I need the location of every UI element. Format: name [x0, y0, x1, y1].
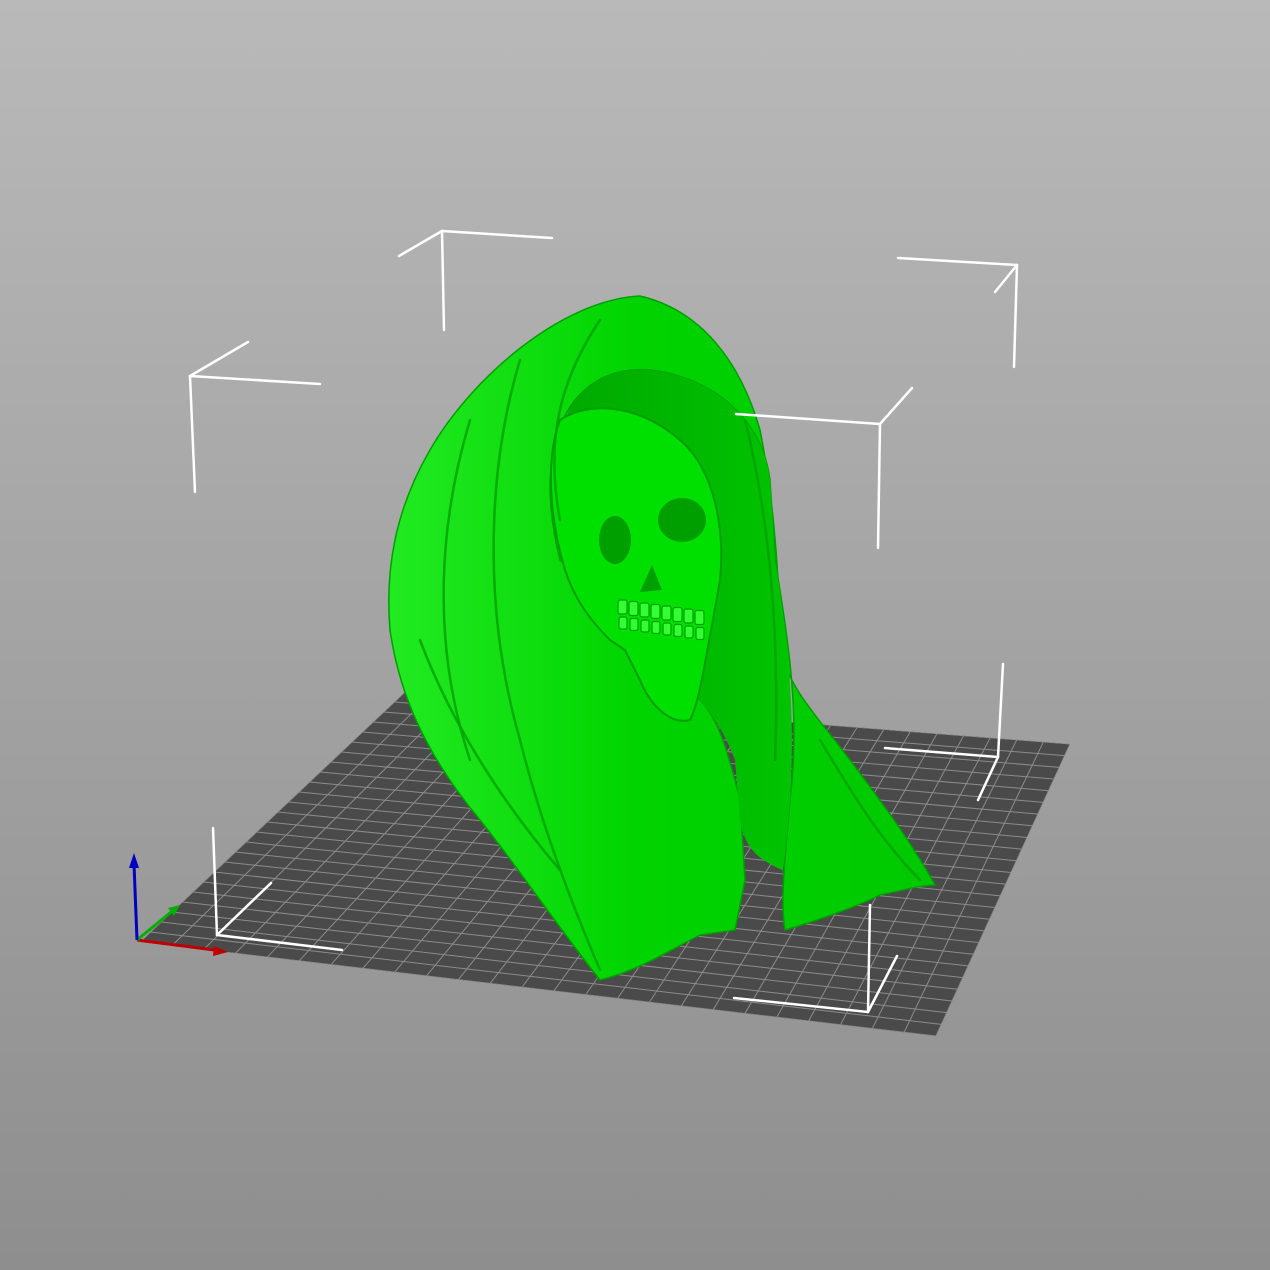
z-axis-icon	[132, 863, 139, 941]
3d-viewport[interactable]	[0, 0, 1270, 1270]
eye-socket-icon	[658, 498, 706, 542]
3d-scene[interactable]	[0, 0, 1270, 1270]
eye-socket-icon	[599, 516, 631, 564]
z-axis-arrow-icon	[129, 853, 139, 868]
